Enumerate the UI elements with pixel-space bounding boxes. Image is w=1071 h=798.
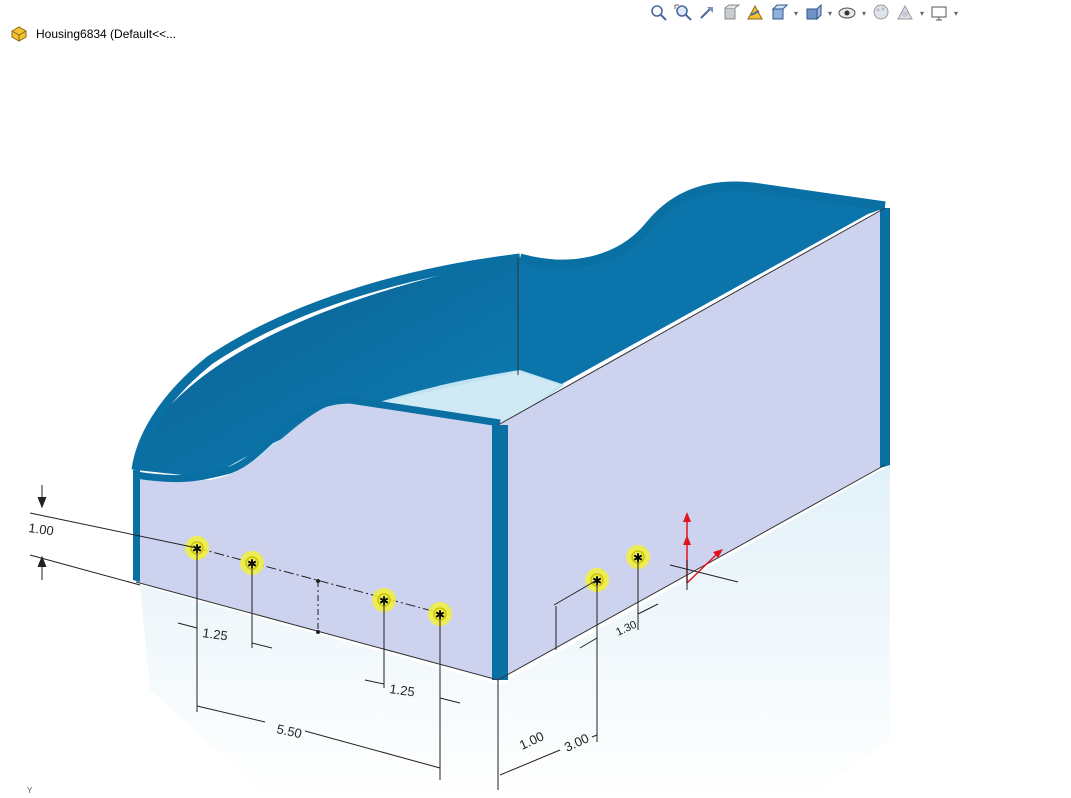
graphics-area[interactable]: ✱ ✱ ✱ ✱ ✱ ✱ 1.00 1.25 1.25 5.50 1.00 3.0… <box>0 0 1071 798</box>
dimension-height-offset[interactable]: 1.00 <box>28 520 55 538</box>
axis-indicator-label: Y <box>27 786 33 795</box>
